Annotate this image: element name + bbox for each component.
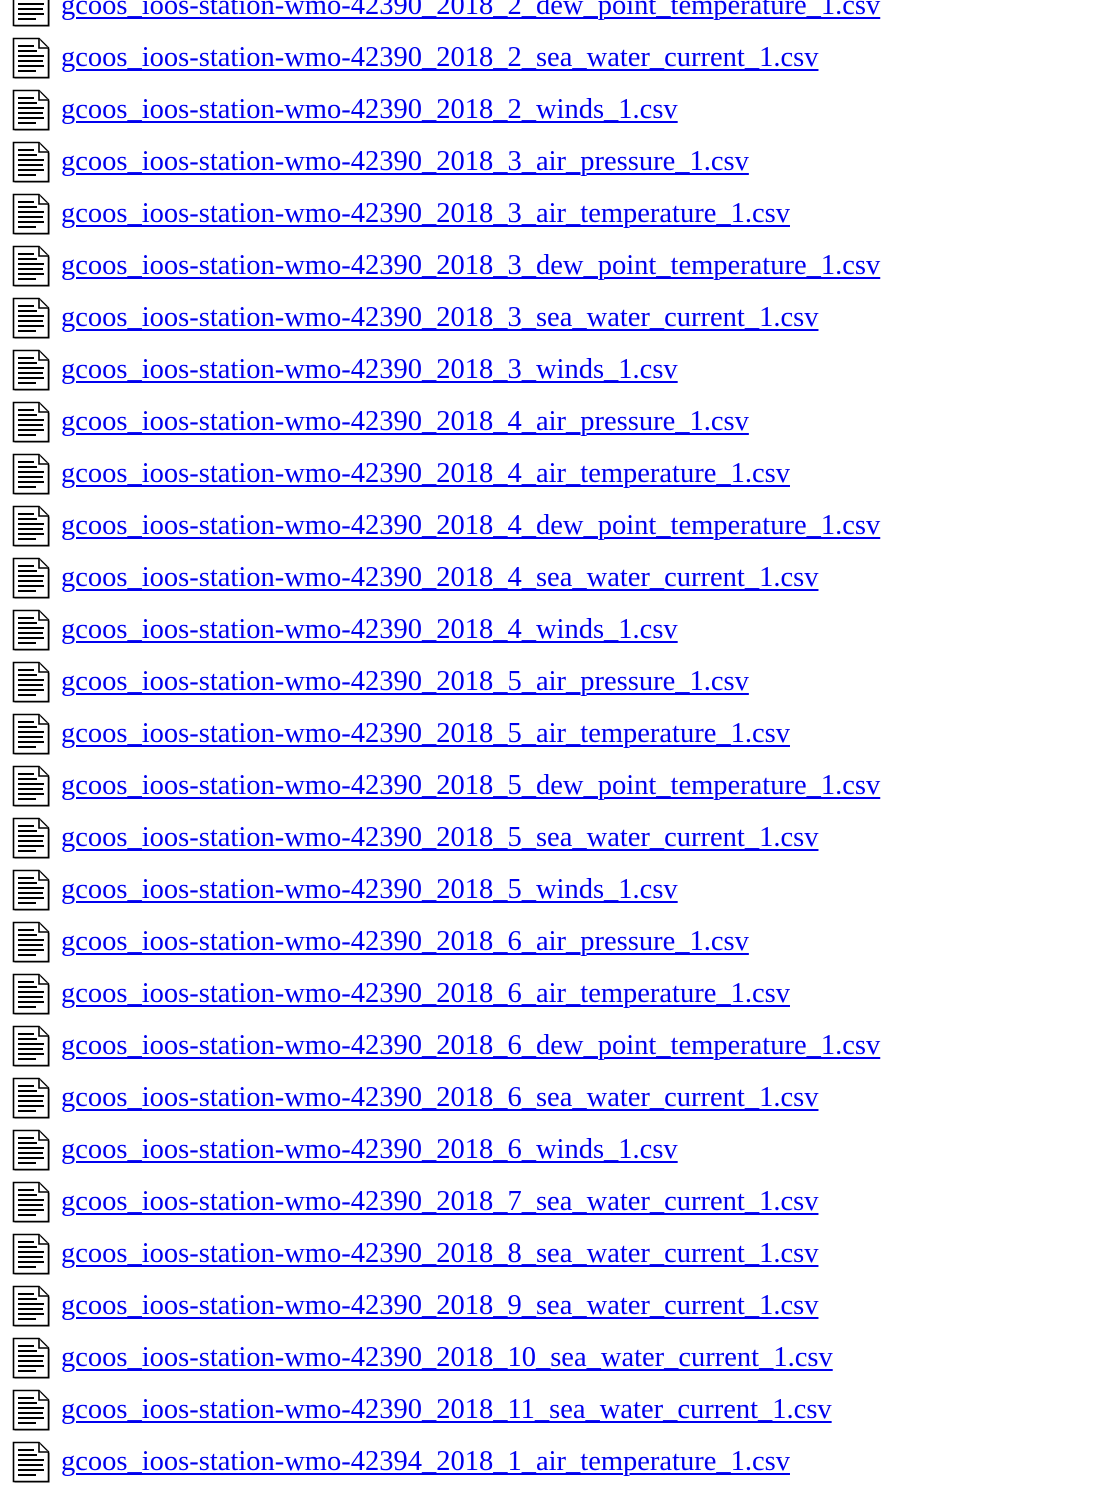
text-file-icon[interactable]: [12, 661, 50, 703]
file-list-item: gcoos_ioos-station-wmo-42390_2018_10_sea…: [0, 1331, 1118, 1383]
file-list-item: gcoos_ioos-station-wmo-42390_2018_3_sea_…: [0, 291, 1118, 343]
text-file-icon[interactable]: [12, 921, 50, 963]
text-file-icon[interactable]: [12, 453, 50, 495]
file-link[interactable]: gcoos_ioos-station-wmo-42390_2018_11_sea…: [61, 1393, 832, 1427]
file-link[interactable]: gcoos_ioos-station-wmo-42390_2018_3_wind…: [61, 353, 678, 387]
text-file-icon[interactable]: [12, 1129, 50, 1171]
file-list-item: gcoos_ioos-station-wmo-42390_2018_9_sea_…: [0, 1279, 1118, 1331]
file-link[interactable]: gcoos_ioos-station-wmo-42390_2018_5_air_…: [61, 717, 790, 751]
file-listing: gcoos_ioos-station-wmo-42390_2018_2_dew_…: [0, 0, 1118, 1487]
text-file-icon[interactable]: [12, 557, 50, 599]
file-link[interactable]: gcoos_ioos-station-wmo-42390_2018_6_wind…: [61, 1133, 678, 1167]
file-list-item: gcoos_ioos-station-wmo-42390_2018_4_wind…: [0, 603, 1118, 655]
file-link[interactable]: gcoos_ioos-station-wmo-42390_2018_5_dew_…: [61, 769, 880, 803]
file-list-item: gcoos_ioos-station-wmo-42390_2018_2_dew_…: [0, 0, 1118, 31]
file-link[interactable]: gcoos_ioos-station-wmo-42390_2018_5_wind…: [61, 873, 678, 907]
file-link[interactable]: gcoos_ioos-station-wmo-42390_2018_4_sea_…: [61, 561, 818, 595]
file-list-item: gcoos_ioos-station-wmo-42390_2018_2_sea_…: [0, 31, 1118, 83]
file-list-item: gcoos_ioos-station-wmo-42390_2018_6_sea_…: [0, 1071, 1118, 1123]
file-link[interactable]: gcoos_ioos-station-wmo-42390_2018_6_sea_…: [61, 1081, 818, 1115]
text-file-icon[interactable]: [12, 349, 50, 391]
file-link[interactable]: gcoos_ioos-station-wmo-42390_2018_3_air_…: [61, 197, 790, 231]
text-file-icon[interactable]: [12, 1337, 50, 1379]
file-link[interactable]: gcoos_ioos-station-wmo-42390_2018_6_air_…: [61, 925, 749, 959]
text-file-icon[interactable]: [12, 245, 50, 287]
file-list-item: gcoos_ioos-station-wmo-42390_2018_3_dew_…: [0, 239, 1118, 291]
text-file-icon[interactable]: [12, 193, 50, 235]
text-file-icon[interactable]: [12, 817, 50, 859]
text-file-icon[interactable]: [12, 297, 50, 339]
file-link[interactable]: gcoos_ioos-station-wmo-42390_2018_3_dew_…: [61, 249, 880, 283]
file-list-item: gcoos_ioos-station-wmo-42390_2018_8_sea_…: [0, 1227, 1118, 1279]
file-link[interactable]: gcoos_ioos-station-wmo-42390_2018_9_sea_…: [61, 1289, 818, 1323]
file-list-item: gcoos_ioos-station-wmo-42390_2018_6_air_…: [0, 967, 1118, 1019]
file-list-item: gcoos_ioos-station-wmo-42390_2018_4_air_…: [0, 447, 1118, 499]
text-file-icon[interactable]: [12, 141, 50, 183]
file-list-item: gcoos_ioos-station-wmo-42390_2018_4_sea_…: [0, 551, 1118, 603]
file-list-item: gcoos_ioos-station-wmo-42390_2018_5_air_…: [0, 655, 1118, 707]
file-link[interactable]: gcoos_ioos-station-wmo-42390_2018_6_air_…: [61, 977, 790, 1011]
file-link[interactable]: gcoos_ioos-station-wmo-42390_2018_4_air_…: [61, 405, 749, 439]
file-link[interactable]: gcoos_ioos-station-wmo-42390_2018_3_sea_…: [61, 301, 818, 335]
file-list-item: gcoos_ioos-station-wmo-42394_2018_1_air_…: [0, 1435, 1118, 1487]
file-list-item: gcoos_ioos-station-wmo-42390_2018_6_dew_…: [0, 1019, 1118, 1071]
file-link[interactable]: gcoos_ioos-station-wmo-42390_2018_2_wind…: [61, 93, 678, 127]
text-file-icon[interactable]: [12, 973, 50, 1015]
file-link[interactable]: gcoos_ioos-station-wmo-42394_2018_1_air_…: [61, 1445, 790, 1479]
text-file-icon[interactable]: [12, 1389, 50, 1431]
text-file-icon[interactable]: [12, 1285, 50, 1327]
file-list-item: gcoos_ioos-station-wmo-42390_2018_5_dew_…: [0, 759, 1118, 811]
file-link[interactable]: gcoos_ioos-station-wmo-42390_2018_2_dew_…: [61, 0, 880, 23]
file-link[interactable]: gcoos_ioos-station-wmo-42390_2018_2_sea_…: [61, 41, 818, 75]
file-link[interactable]: gcoos_ioos-station-wmo-42390_2018_4_wind…: [61, 613, 678, 647]
text-file-icon[interactable]: [12, 401, 50, 443]
text-file-icon[interactable]: [12, 1233, 50, 1275]
text-file-icon[interactable]: [12, 765, 50, 807]
text-file-icon[interactable]: [12, 505, 50, 547]
text-file-icon[interactable]: [12, 0, 50, 27]
text-file-icon[interactable]: [12, 713, 50, 755]
text-file-icon[interactable]: [12, 89, 50, 131]
file-list-item: gcoos_ioos-station-wmo-42390_2018_5_wind…: [0, 863, 1118, 915]
file-list-item: gcoos_ioos-station-wmo-42390_2018_3_air_…: [0, 187, 1118, 239]
file-list-item: gcoos_ioos-station-wmo-42390_2018_3_wind…: [0, 343, 1118, 395]
file-list-item: gcoos_ioos-station-wmo-42390_2018_4_dew_…: [0, 499, 1118, 551]
file-link[interactable]: gcoos_ioos-station-wmo-42390_2018_5_sea_…: [61, 821, 818, 855]
file-list-item: gcoos_ioos-station-wmo-42390_2018_11_sea…: [0, 1383, 1118, 1435]
file-link[interactable]: gcoos_ioos-station-wmo-42390_2018_3_air_…: [61, 145, 749, 179]
text-file-icon[interactable]: [12, 1181, 50, 1223]
text-file-icon[interactable]: [12, 1077, 50, 1119]
file-list-item: gcoos_ioos-station-wmo-42390_2018_4_air_…: [0, 395, 1118, 447]
file-list-item: gcoos_ioos-station-wmo-42390_2018_5_sea_…: [0, 811, 1118, 863]
text-file-icon[interactable]: [12, 609, 50, 651]
file-link[interactable]: gcoos_ioos-station-wmo-42390_2018_10_sea…: [61, 1341, 833, 1375]
file-list-item: gcoos_ioos-station-wmo-42390_2018_3_air_…: [0, 135, 1118, 187]
file-link[interactable]: gcoos_ioos-station-wmo-42390_2018_4_dew_…: [61, 509, 880, 543]
text-file-icon[interactable]: [12, 1441, 50, 1483]
file-list-item: gcoos_ioos-station-wmo-42390_2018_6_air_…: [0, 915, 1118, 967]
file-list-item: gcoos_ioos-station-wmo-42390_2018_7_sea_…: [0, 1175, 1118, 1227]
text-file-icon[interactable]: [12, 869, 50, 911]
file-list-item: gcoos_ioos-station-wmo-42390_2018_5_air_…: [0, 707, 1118, 759]
file-link[interactable]: gcoos_ioos-station-wmo-42390_2018_6_dew_…: [61, 1029, 880, 1063]
file-link[interactable]: gcoos_ioos-station-wmo-42390_2018_7_sea_…: [61, 1185, 818, 1219]
file-link[interactable]: gcoos_ioos-station-wmo-42390_2018_8_sea_…: [61, 1237, 818, 1271]
file-link[interactable]: gcoos_ioos-station-wmo-42390_2018_4_air_…: [61, 457, 790, 491]
file-list-item: gcoos_ioos-station-wmo-42390_2018_2_wind…: [0, 83, 1118, 135]
file-link[interactable]: gcoos_ioos-station-wmo-42390_2018_5_air_…: [61, 665, 749, 699]
text-file-icon[interactable]: [12, 37, 50, 79]
text-file-icon[interactable]: [12, 1025, 50, 1067]
file-list-item: gcoos_ioos-station-wmo-42390_2018_6_wind…: [0, 1123, 1118, 1175]
